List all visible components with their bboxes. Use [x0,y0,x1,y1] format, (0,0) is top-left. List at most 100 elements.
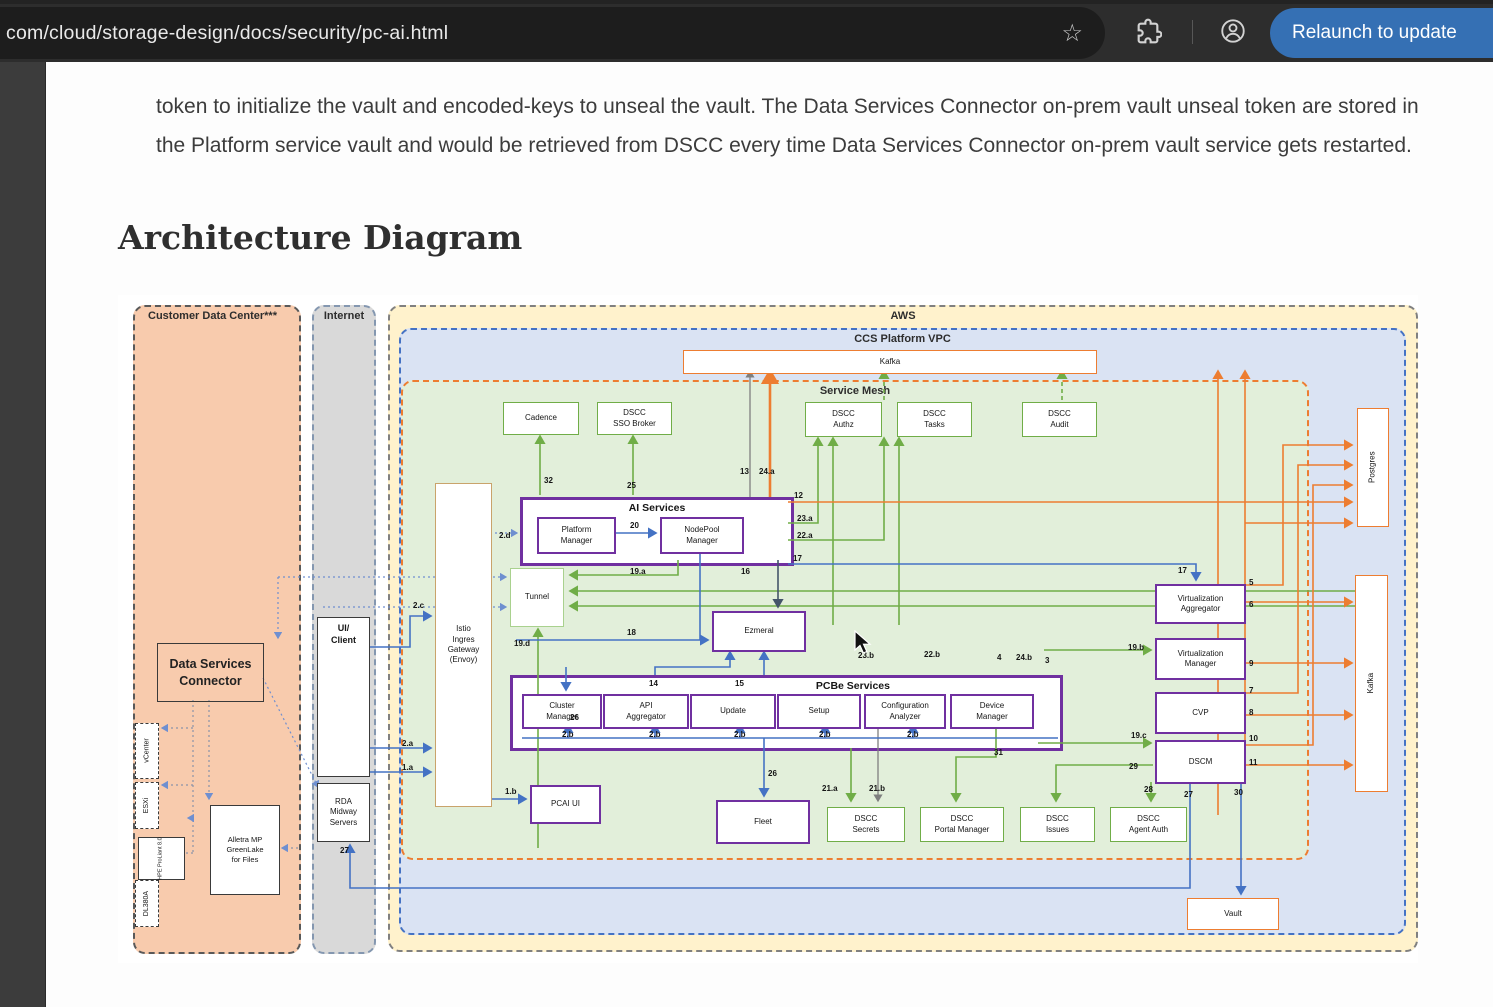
node-label-tunnel: Tunnel [525,592,549,602]
node-device-manager: Device Manager [950,694,1034,729]
edge-label: 2.b [562,730,574,739]
node-platform-manager: Platform Manager [537,517,616,554]
edge-label: 8 [1249,708,1253,717]
node-label-data-services-connector: Data Services Connector [169,656,251,689]
edge-label: 5 [1249,578,1253,587]
node-nodepool-manager: NodePool Manager [660,517,744,554]
node-label-dscc-agent-auth: DSCC Agent Auth [1129,814,1168,835]
node-tunnel: Tunnel [510,568,564,627]
edge-label: 17 [793,554,802,563]
node-dscc-secrets: DSCC Secrets [827,807,905,842]
edge-label: 32 [544,476,553,485]
node-istio-ingres-gateway: Istio Ingres Gateway (Envoy) [435,483,492,807]
edge-label: 18 [627,628,636,637]
edge-label: 19.b [1128,643,1144,652]
node-vault: Vault [1187,898,1279,930]
node-label-platform-manager: Platform Manager [561,525,593,546]
bookmark-star-icon[interactable]: ☆ [1061,7,1083,59]
edge-label: 7 [1249,686,1253,695]
edge-label: 11 [1249,758,1257,767]
extensions-puzzle-icon[interactable] [1134,17,1162,45]
edge-label: 9 [1249,659,1253,668]
region-label-customer-data-center: Customer Data Center*** [148,310,277,322]
node-dscm: DSCM [1155,740,1246,784]
url-bar[interactable]: com/cloud/storage-design/docs/security/p… [0,7,1105,59]
node-label-setup: Setup [809,706,830,716]
node-label-istio-ingres-gateway: Istio Ingres Gateway (Envoy) [448,624,480,666]
node-label-dscc-tasks: DSCC Tasks [923,409,946,430]
edge-label: 23.a [797,514,813,523]
node-kafka-right: Kafka [1355,575,1388,792]
node-label-kafka-top: Kafka [880,357,900,367]
node-label-dscc-authz: DSCC Authz [832,409,855,430]
edge-label: 3 [1045,656,1049,665]
node-esxi: ESXi [135,782,159,829]
edge-label: 19.c [1131,731,1147,740]
edge-label: 2.b [819,730,831,739]
toolbar-divider [1192,20,1193,44]
node-label-esxi: ESXi [142,798,151,814]
node-ezmeral: Ezmeral [712,611,806,652]
edge-label: 21.a [822,784,838,793]
node-dscc-audit: DSCC Audit [1022,402,1097,437]
node-label-postgres: Postgres [1368,452,1378,484]
node-cvp: CVP [1155,692,1246,734]
edge-label: 19.d [514,639,530,648]
node-label-fleet: Fleet [754,817,772,827]
node-pcai-ui: PCAI UI [530,785,601,824]
node-dscc-tasks: DSCC Tasks [897,402,972,437]
node-hpe-proliant: HPE ProLiant 8.0 [138,837,185,880]
node-dscc-issues: DSCC Issues [1020,807,1095,842]
edge-label: 31 [994,748,1003,757]
node-update: Update [690,694,776,729]
browser-toolbar: com/cloud/storage-design/docs/security/p… [0,0,1493,62]
edge-label: 29 [1129,762,1138,771]
edge-label: 26 [570,713,579,722]
edge-label: 27 [1184,790,1193,799]
node-label-alletra-mp-greenlake: Alletra MP GreenLake for Files [226,835,263,864]
edge-label: 30 [1234,788,1243,797]
node-label-cadence: Cadence [525,413,557,423]
node-cadence: Cadence [503,402,579,435]
edge-label: 27 [340,846,349,855]
body-paragraph: token to initialize the vault and encode… [156,88,1428,165]
relaunch-button[interactable]: Relaunch to update [1270,8,1493,58]
node-label-dscc-audit: DSCC Audit [1048,409,1071,430]
node-configuration-analyzer: Configuration Analyzer [864,694,946,729]
edge-label: 25 [627,481,636,490]
node-label-nodepool-manager: NodePool Manager [684,525,719,546]
edge-label: 2.c [413,601,424,610]
node-label-update: Update [720,706,746,716]
edge-label: 19.a [630,567,646,576]
node-api-aggregator: API Aggregator [603,694,689,729]
node-label-hpe-proliant: HPE ProLiant 8.0 [158,837,165,880]
edge-label: 10 [1249,734,1258,743]
node-label-api-aggregator: API Aggregator [626,701,666,722]
node-label-kafka-right: Kafka [1366,673,1376,693]
mouse-cursor [854,630,876,656]
profile-icon[interactable] [1219,17,1247,45]
node-label-device-manager: Device Manager [976,701,1008,722]
node-label-cvp: CVP [1192,708,1208,718]
node-dscc-agent-auth: DSCC Agent Auth [1110,807,1187,842]
node-dl380a: DL380A [135,880,159,927]
edge-label: 28 [1144,785,1153,794]
node-data-services-connector: Data Services Connector [157,643,264,702]
edge-label: 2.b [649,730,661,739]
node-label-ezmeral: Ezmeral [744,626,773,636]
node-setup: Setup [777,694,861,729]
region-label-ccs-platform-vpc: CCS Platform VPC [401,333,1404,345]
node-label-dl380a: DL380A [142,891,151,916]
node-label-pcai-ui: PCAI UI [551,799,580,809]
node-label-rda-midway-servers: RDA Midway Servers [330,797,358,828]
node-label-dscc-issues: DSCC Issues [1046,814,1069,835]
edge-label: 24.a [759,467,775,476]
node-label-ui-client: UI/ Client [331,618,356,646]
region-label-service-mesh: Service Mesh [403,385,1307,397]
edge-label: 24.b [1016,653,1032,662]
edge-label: 21.b [869,784,885,793]
node-dscc-authz: DSCC Authz [805,402,882,437]
node-postgres: Postgres [1357,408,1389,527]
node-kafka-top: Kafka [683,350,1097,374]
edge-label: 14 [649,679,658,688]
